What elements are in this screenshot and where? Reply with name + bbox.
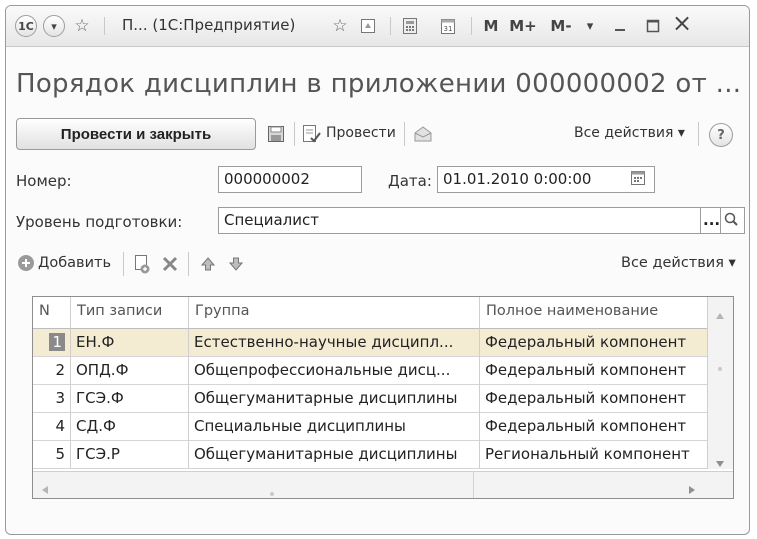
level-search-icon[interactable] bbox=[721, 207, 745, 234]
cell-type: ГСЭ.Ф bbox=[71, 385, 189, 412]
cell-group: Специальные дисциплины bbox=[189, 413, 480, 440]
separator bbox=[698, 122, 699, 146]
favorite-star-icon[interactable]: ☆ bbox=[328, 15, 352, 37]
cell-n: 4 bbox=[33, 413, 71, 440]
cell-group: Общегуманитарные дисциплины bbox=[189, 441, 480, 468]
horizontal-scrollbar[interactable] bbox=[33, 471, 733, 498]
cell-n: 1 bbox=[33, 329, 71, 356]
app-logo-icon[interactable]: 1С bbox=[15, 15, 37, 37]
maximize-icon[interactable] bbox=[642, 15, 664, 37]
row-number-badge: 1 bbox=[49, 333, 65, 351]
post-button[interactable]: Провести bbox=[326, 125, 396, 141]
cell-full-name: Федеральный компонент bbox=[480, 329, 708, 356]
table-row[interactable]: 3 ГСЭ.Ф Общегуманитарные дисциплины Феде… bbox=[33, 385, 708, 413]
date-label: Дата: bbox=[388, 172, 432, 190]
cell-group: Общепрофессиональные дисц... bbox=[189, 357, 480, 384]
scroll-up-arrow-icon[interactable] bbox=[715, 305, 725, 324]
date-value: 01.01.2010 0:00:00 bbox=[443, 170, 592, 188]
cell-n: 3 bbox=[33, 385, 71, 412]
separator bbox=[471, 17, 472, 35]
column-header-full-name[interactable]: Полное наименование bbox=[480, 297, 708, 329]
window-title: П... (1С:Предприятие) bbox=[122, 16, 296, 34]
add-icon[interactable] bbox=[16, 252, 36, 274]
cell-group: Естественно-научные дисципл... bbox=[189, 329, 480, 356]
post-and-close-button[interactable]: Провести и закрыть bbox=[16, 118, 256, 150]
table-row[interactable]: 4 СД.Ф Специальные дисциплины Федеральны… bbox=[33, 413, 708, 441]
all-actions-menu[interactable]: Все действия ▾ bbox=[574, 125, 685, 141]
move-up-icon[interactable] bbox=[197, 252, 219, 276]
post-icon[interactable] bbox=[300, 122, 322, 146]
separator bbox=[123, 252, 124, 276]
scroll-thumb[interactable] bbox=[268, 482, 276, 498]
envelope-icon[interactable] bbox=[411, 122, 435, 146]
app-logo-text: 1С bbox=[18, 19, 34, 33]
svg-text:31: 31 bbox=[444, 25, 453, 33]
save-icon[interactable] bbox=[265, 123, 287, 145]
calendar-icon[interactable]: 31 bbox=[436, 15, 460, 37]
cell-full-name: Федеральный компонент bbox=[480, 357, 708, 384]
calendar-picker-icon[interactable] bbox=[630, 170, 646, 190]
cell-type: ЕН.Ф bbox=[71, 329, 189, 356]
memory-minus-button[interactable]: M- bbox=[546, 15, 576, 37]
cell-full-name: Региональный компонент bbox=[480, 441, 708, 468]
level-choose-button[interactable]: ... bbox=[701, 207, 721, 234]
scroll-thumb[interactable] bbox=[717, 359, 723, 375]
column-header-type[interactable]: Тип записи bbox=[71, 297, 189, 329]
table-all-actions-menu[interactable]: Все действия ▾ bbox=[621, 255, 736, 271]
cell-type: СД.Ф bbox=[71, 413, 189, 440]
help-icon[interactable]: ? bbox=[709, 123, 733, 147]
cell-n: 2 bbox=[33, 357, 71, 384]
separator bbox=[294, 122, 295, 146]
separator bbox=[404, 122, 405, 146]
table-row[interactable]: 2 ОПД.Ф Общепрофессиональные дисц... Фед… bbox=[33, 357, 708, 385]
cell-full-name: Федеральный компонент bbox=[480, 385, 708, 412]
memory-m-button[interactable]: M bbox=[482, 15, 500, 37]
cell-type: ОПД.Ф bbox=[71, 357, 189, 384]
delete-icon[interactable] bbox=[159, 252, 181, 276]
close-icon[interactable]: × bbox=[670, 9, 694, 37]
window-menu-icon[interactable]: ▾ bbox=[580, 15, 600, 37]
scroll-left-arrow-icon[interactable] bbox=[41, 480, 49, 498]
bookmark-icon[interactable] bbox=[356, 15, 380, 37]
move-down-icon[interactable] bbox=[225, 252, 247, 276]
calculator-icon[interactable] bbox=[398, 15, 422, 37]
level-field[interactable]: Специалист bbox=[218, 207, 701, 234]
page-title: Порядок дисциплин в приложении 000000002… bbox=[16, 69, 742, 99]
memory-plus-button[interactable]: M+ bbox=[508, 15, 538, 37]
minimize-icon[interactable] bbox=[609, 15, 631, 37]
table-row[interactable]: 5 ГСЭ.Р Общегуманитарные дисциплины Реги… bbox=[33, 441, 708, 469]
cell-full-name: Федеральный компонент bbox=[480, 413, 708, 440]
separator bbox=[473, 472, 474, 498]
add-button[interactable]: Добавить bbox=[38, 255, 111, 271]
cell-group: Общегуманитарные дисциплины bbox=[189, 385, 480, 412]
vertical-scrollbar[interactable] bbox=[707, 297, 733, 469]
copy-row-icon[interactable] bbox=[131, 252, 153, 276]
table-row[interactable]: 1 ЕН.Ф Естественно-научные дисципл... Фе… bbox=[33, 329, 708, 357]
cell-type: ГСЭ.Р bbox=[71, 441, 189, 468]
number-label: Номер: bbox=[16, 172, 72, 190]
separator bbox=[104, 17, 105, 35]
scroll-down-arrow-icon[interactable] bbox=[715, 453, 725, 472]
date-field[interactable]: 01.01.2010 0:00:00 bbox=[437, 166, 655, 193]
star-icon[interactable]: ☆ bbox=[70, 15, 94, 37]
title-bar: 1С ▾ ☆ П... (1С:Предприятие) ☆ 31 M M+ M… bbox=[6, 6, 749, 47]
document-window: 1С ▾ ☆ П... (1С:Предприятие) ☆ 31 M M+ M… bbox=[5, 5, 750, 535]
history-dropdown-icon[interactable]: ▾ bbox=[43, 15, 65, 37]
separator bbox=[390, 17, 391, 35]
cell-n: 5 bbox=[33, 441, 71, 468]
column-header-group[interactable]: Группа bbox=[189, 297, 480, 329]
number-field[interactable]: 000000002 bbox=[218, 166, 362, 193]
level-label: Уровень подготовки: bbox=[16, 213, 183, 231]
disciplines-table: N Тип записи Группа Полное наименование … bbox=[32, 296, 734, 499]
column-header-n[interactable]: N bbox=[33, 297, 71, 329]
scroll-right-arrow-icon[interactable] bbox=[688, 480, 696, 498]
separator bbox=[188, 252, 189, 276]
